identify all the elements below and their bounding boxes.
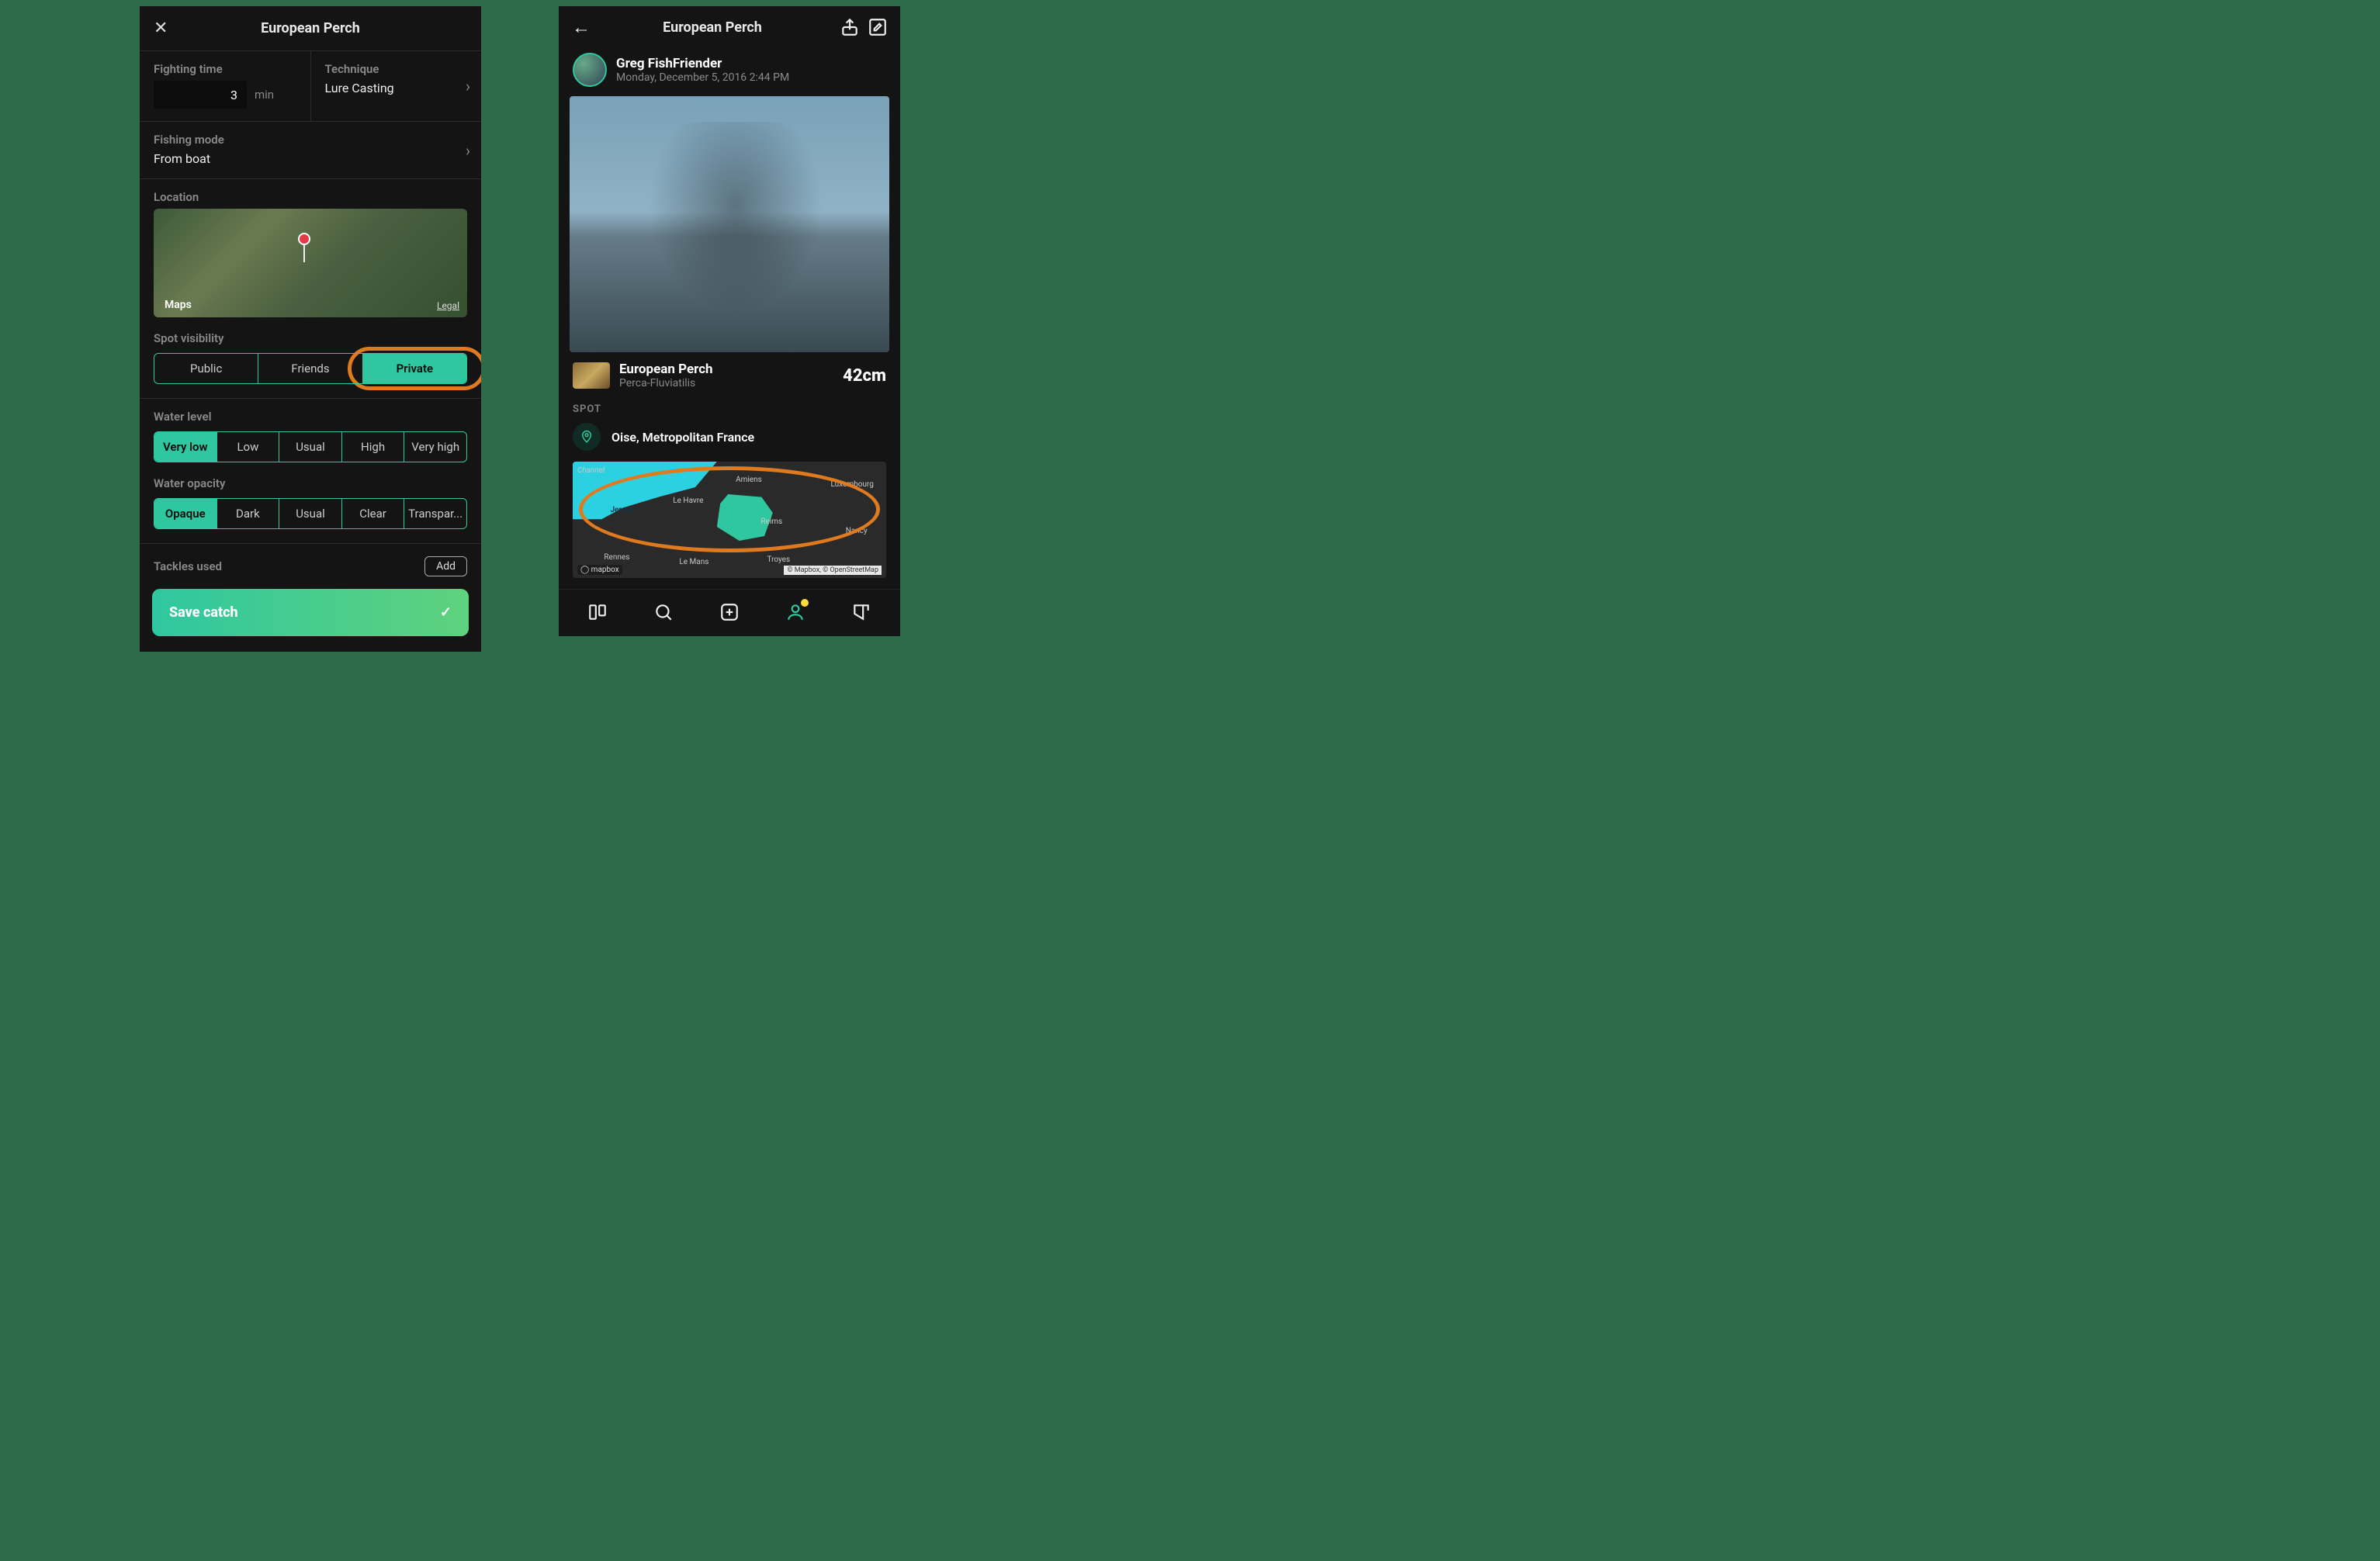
close-icon[interactable]: ✕ — [154, 19, 172, 38]
water-level-high[interactable]: High — [341, 432, 404, 462]
screen-title: European Perch — [593, 19, 832, 36]
topbar: ← European Perch — [559, 6, 900, 48]
fishing-mode-row[interactable]: Fishing mode From boat › — [140, 121, 481, 178]
chevron-right-icon: › — [466, 77, 470, 95]
map-attribution: © Mapbox, © OpenStreetMap — [784, 566, 882, 575]
water-opacity-usual[interactable]: Usual — [279, 499, 341, 528]
tab-more[interactable] — [850, 601, 873, 624]
chevron-right-icon: › — [466, 141, 470, 160]
tab-add[interactable] — [718, 601, 741, 624]
technique-label: Technique — [325, 62, 468, 76]
screen-title: European Perch — [172, 20, 449, 36]
species-row: European Perch Perca-Fluviatilis 42cm — [570, 352, 889, 400]
spot-row[interactable]: Oise, Metropolitan France — [570, 423, 889, 462]
tackles-label: Tackles used — [154, 559, 222, 573]
map-legal-link[interactable]: Legal — [437, 300, 459, 311]
map-label-reims: Reims — [760, 517, 782, 526]
water-level-label: Water level — [154, 410, 467, 424]
catch-size: 42cm — [843, 366, 886, 386]
save-bar: Save catch ✓ — [140, 581, 481, 652]
check-icon: ✓ — [440, 604, 452, 621]
visibility-public[interactable]: Public — [154, 354, 258, 383]
catch-detail-screen: ← European Perch Greg FishFriender Monda… — [559, 6, 900, 636]
location-pin-icon — [573, 423, 601, 451]
share-icon[interactable] — [840, 17, 860, 37]
spot-map[interactable]: Channel Jersey Le Havre Amiens Reims Lux… — [573, 462, 886, 578]
tab-bar — [559, 589, 900, 636]
water-level-usual[interactable]: Usual — [279, 432, 341, 462]
map-label-luxembourg: Luxembourg — [830, 480, 873, 489]
visibility-friends[interactable]: Friends — [258, 354, 362, 383]
location-block: Location Maps Legal Spot visibility Publ… — [140, 178, 481, 398]
back-icon[interactable]: ← — [571, 17, 591, 37]
tab-profile[interactable] — [784, 601, 807, 624]
map-label-jersey: Jersey — [610, 506, 633, 514]
tackles-row: Tackles used Add — [140, 543, 481, 581]
map-label-lehavre: Le Havre — [673, 497, 703, 505]
location-map[interactable]: Maps Legal — [154, 209, 467, 317]
species-name: European Perch — [619, 362, 713, 377]
spot-visibility-label: Spot visibility — [154, 331, 467, 345]
visibility-private[interactable]: Private — [362, 354, 466, 383]
map-label-lemans: Le Mans — [679, 558, 708, 566]
map-label-amiens: Amiens — [736, 476, 762, 484]
water-level-very-high[interactable]: Very high — [404, 432, 466, 462]
post: Greg FishFriender Monday, December 5, 20… — [559, 48, 900, 578]
water-opacity-transparent[interactable]: Transpar... — [404, 499, 466, 528]
water-opacity-clear[interactable]: Clear — [341, 499, 404, 528]
titlebar: ✕ European Perch — [140, 6, 481, 50]
location-label: Location — [154, 190, 467, 204]
map-brand: Maps — [161, 299, 192, 311]
water-level-very-low[interactable]: Very low — [154, 432, 217, 462]
row-fighting-technique: Fighting time 3 min Technique Lure Casti… — [140, 50, 481, 121]
edit-catch-screen: ✕ European Perch Fighting time 3 min Tec… — [140, 6, 481, 652]
edit-icon[interactable] — [868, 17, 888, 37]
spot-visibility-segmented: Public Friends Private — [154, 353, 467, 384]
user-row[interactable]: Greg FishFriender Monday, December 5, 20… — [570, 48, 889, 96]
map-label-channel: Channel — [577, 466, 605, 475]
fighting-time-input[interactable]: 3 — [154, 81, 247, 109]
fighting-time-label: Fighting time — [154, 62, 296, 76]
spot-heading: SPOT — [570, 400, 889, 423]
fighting-time-cell[interactable]: Fighting time 3 min — [140, 51, 310, 121]
technique-value: Lure Casting — [325, 81, 468, 95]
water-block: Water level Very low Low Usual High Very… — [140, 398, 481, 543]
map-label-troyes: Troyes — [767, 556, 790, 564]
mapbox-logo: ◯ mapbox — [577, 565, 622, 575]
fishing-mode-label: Fishing mode — [154, 133, 450, 147]
map-pin-icon — [298, 233, 310, 245]
spot-name: Oise, Metropolitan France — [611, 430, 754, 445]
water-opacity-dark[interactable]: Dark — [217, 499, 279, 528]
technique-cell[interactable]: Technique Lure Casting › — [310, 51, 482, 121]
water-opacity-segmented: Opaque Dark Usual Clear Transpar... — [154, 498, 467, 529]
post-date: Monday, December 5, 2016 2:44 PM — [616, 71, 789, 84]
water-opacity-label: Water opacity — [154, 476, 467, 490]
tab-feed[interactable] — [586, 601, 609, 624]
save-catch-button[interactable]: Save catch ✓ — [152, 589, 469, 636]
map-label-rennes: Rennes — [604, 553, 629, 562]
avatar — [573, 53, 607, 87]
fishing-mode-value: From boat — [154, 151, 450, 166]
map-label-nancy: Nancy — [846, 527, 868, 535]
fighting-time-unit: min — [255, 88, 274, 102]
water-level-low[interactable]: Low — [217, 432, 279, 462]
catch-photo[interactable] — [570, 96, 889, 352]
save-catch-label: Save catch — [169, 604, 238, 621]
user-name: Greg FishFriender — [616, 56, 789, 71]
notification-dot-icon — [801, 599, 809, 607]
water-opacity-opaque[interactable]: Opaque — [154, 499, 217, 528]
species-latin: Perca-Fluviatilis — [619, 377, 713, 389]
fish-thumb-icon — [573, 362, 610, 389]
tab-search[interactable] — [652, 601, 675, 624]
water-level-segmented: Very low Low Usual High Very high — [154, 431, 467, 462]
add-tackle-button[interactable]: Add — [424, 556, 467, 576]
